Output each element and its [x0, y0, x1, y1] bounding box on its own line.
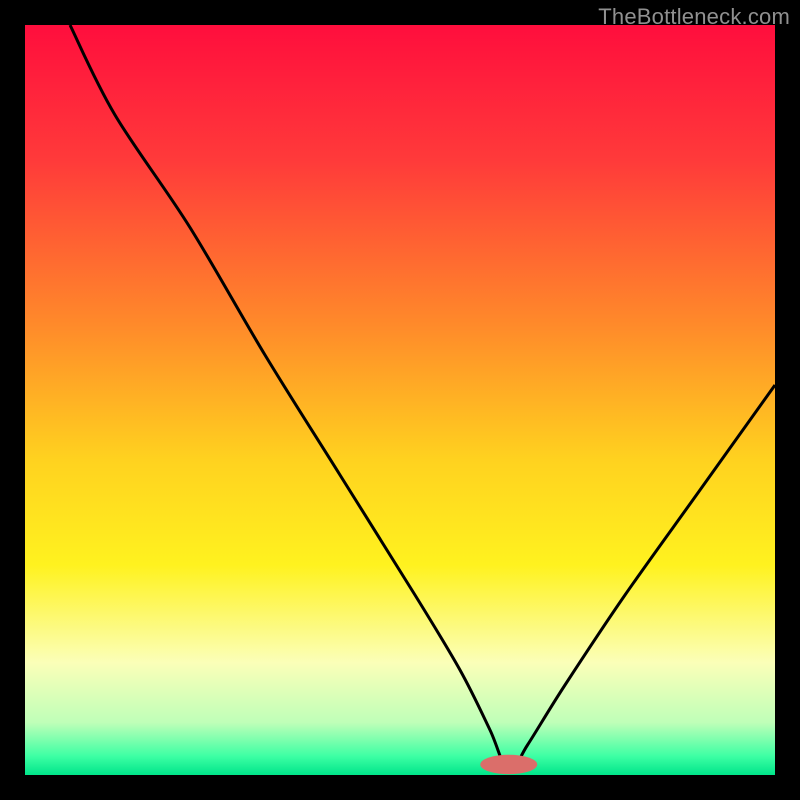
plot-background — [25, 25, 775, 775]
bottleneck-plot — [25, 25, 775, 775]
chart-frame: TheBottleneck.com — [0, 0, 800, 800]
watermark-text: TheBottleneck.com — [598, 4, 790, 30]
plot-svg — [25, 25, 775, 775]
optimum-marker — [480, 755, 537, 775]
